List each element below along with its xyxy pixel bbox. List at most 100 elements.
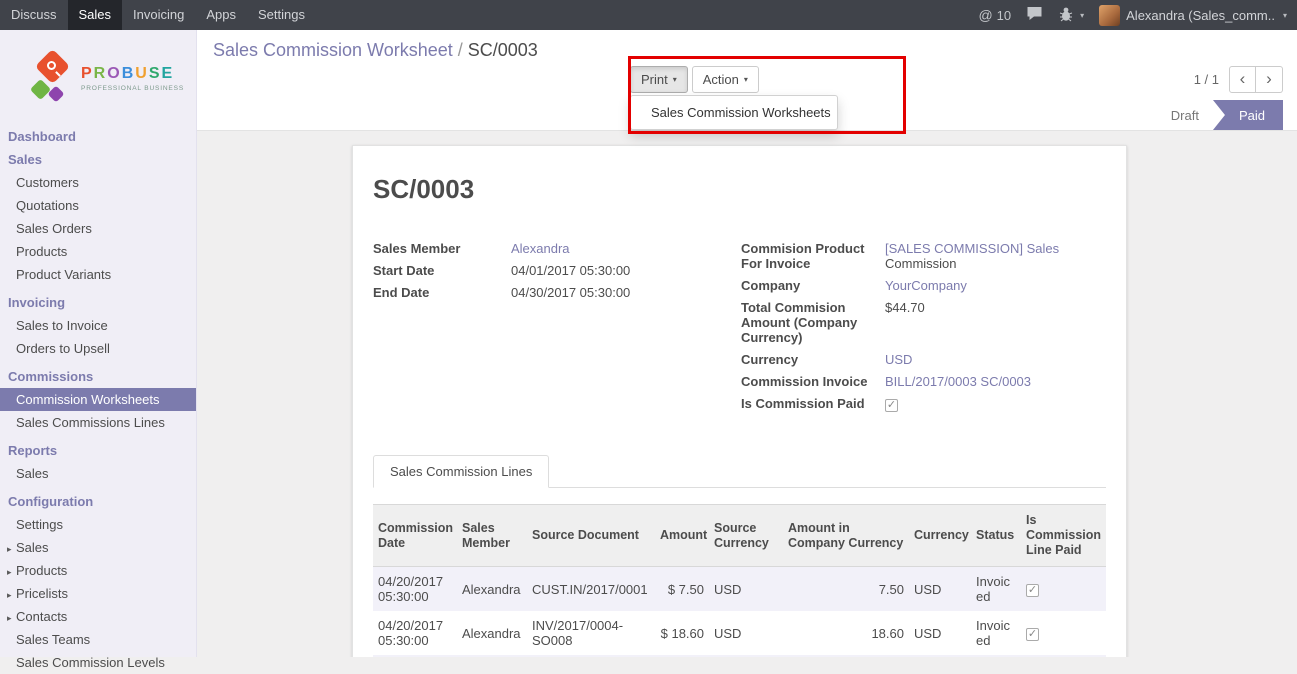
company-link[interactable]: YourCompany [885, 278, 967, 293]
debug-menu-button[interactable]: ▾ [1058, 6, 1084, 25]
probuse-logo: PROBUSE PROFESSIONAL BUSINESS [0, 30, 196, 125]
sidebar-item-label: Contacts [16, 609, 67, 624]
topbar-menu: Discuss Sales Invoicing Apps Settings [0, 0, 316, 30]
mentions-button[interactable]: @ 10 [978, 7, 1011, 23]
logo-text: PROBUSE PROFESSIONAL BUSINESS [81, 65, 184, 92]
breadcrumb-parent-link[interactable]: Sales Commission Worksheet [213, 40, 453, 60]
col-amount-company-currency: Amount in Company Currency [783, 505, 909, 567]
tab-bar: Sales Commission Lines [373, 455, 1106, 488]
sidebar-item-config-sales[interactable]: ▸Sales [0, 536, 196, 559]
sidebar-item-quotations[interactable]: Quotations [0, 194, 196, 217]
breadcrumb: Sales Commission Worksheet/SC/0003 [213, 40, 538, 61]
status-draft[interactable]: Draft [1157, 100, 1213, 130]
sidebar-item-customers[interactable]: Customers [0, 171, 196, 194]
probuse-logo-icon [32, 51, 74, 107]
action-button[interactable]: Action ▾ [692, 66, 759, 93]
sidebar-item-commission-worksheets[interactable]: Commission Worksheets [0, 388, 196, 411]
col-commission-date: Commission Date [373, 505, 457, 567]
table-row[interactable]: 04/20/2017 05:30:00 Alexandra INV/2017/0… [373, 611, 1106, 655]
expand-arrow-icon: ▸ [7, 613, 16, 624]
print-button[interactable]: Print ▾ [630, 66, 688, 93]
at-icon: @ [978, 7, 992, 23]
caret-down-icon: ▾ [1283, 11, 1287, 20]
table-row[interactable]: 04/20/2017 05:30:00 Alexandra CUST.IN/20… [373, 567, 1106, 612]
dropdown-item-sales-commission-worksheets[interactable]: Sales Commission Worksheets [631, 100, 837, 125]
table-header-row: Commission Date Sales Member Source Docu… [373, 505, 1106, 567]
cell-line-paid: ✓ [1021, 567, 1106, 612]
cell-currency: USD [909, 611, 971, 655]
sidebar-heading-invoicing[interactable]: Invoicing [0, 291, 196, 314]
content-area: SC/0003 Sales Member Alexandra Start Dat… [197, 131, 1297, 657]
sidebar-item-dashboard[interactable]: Dashboard [0, 125, 196, 148]
menu-settings[interactable]: Settings [247, 0, 316, 30]
sidebar-item-label: Products [16, 563, 67, 578]
expand-arrow-icon: ▸ [7, 567, 16, 578]
print-label: Print [641, 72, 668, 87]
field-grid: Sales Member Alexandra Start Date 04/01/… [373, 241, 1106, 419]
field-label-commission-product: Commision Product For Invoice [741, 241, 885, 271]
commission-invoice-link[interactable]: BILL/2017/0003 SC/0003 [885, 374, 1031, 389]
field-label-company: Company [741, 278, 885, 293]
col-source-currency: Source Currency [709, 505, 783, 567]
sales-member-link[interactable]: Alexandra [511, 241, 570, 256]
sidebar-item-reports-sales[interactable]: Sales [0, 462, 196, 485]
sidebar-item-sales-commissions-lines[interactable]: Sales Commissions Lines [0, 411, 196, 434]
is-commission-paid-checkbox[interactable]: ✓ [885, 399, 898, 412]
col-amount: Amount [655, 505, 709, 567]
sidebar-item-sales-commission-levels[interactable]: Sales Commission Levels [0, 651, 196, 674]
sidebar-heading-sales[interactable]: Sales [0, 148, 196, 171]
sidebar-heading-configuration[interactable]: Configuration [0, 490, 196, 513]
field-label-currency: Currency [741, 352, 885, 367]
menu-apps[interactable]: Apps [195, 0, 247, 30]
logo-wordmark: PROBUSE [81, 65, 184, 83]
menu-invoicing[interactable]: Invoicing [122, 0, 195, 30]
cell-amount-company: 18.60 [783, 611, 909, 655]
sidebar-item-sales-orders[interactable]: Sales Orders [0, 217, 196, 240]
cell-currency: USD [909, 567, 971, 612]
bug-icon [1058, 6, 1074, 25]
sidebar-item-sales-teams[interactable]: Sales Teams [0, 628, 196, 651]
sidebar-heading-reports[interactable]: Reports [0, 439, 196, 462]
col-status: Status [971, 505, 1021, 567]
tab-sales-commission-lines[interactable]: Sales Commission Lines [373, 455, 549, 488]
pager-count: 1 / 1 [1194, 72, 1219, 87]
user-menu-button[interactable]: Alexandra (Sales_comm.. ▾ [1099, 5, 1287, 26]
pager-previous-button[interactable]: ‹ [1229, 66, 1256, 93]
pager-next-button[interactable]: › [1256, 66, 1283, 93]
sidebar-item-contacts[interactable]: ▸Contacts [0, 605, 196, 628]
sidebar-item-orders-to-upsell[interactable]: Orders to Upsell [0, 337, 196, 360]
sidebar-item-settings[interactable]: Settings [0, 513, 196, 536]
sidebar-item-config-products[interactable]: ▸Products [0, 559, 196, 582]
field-label-total-commission: Total Commision Amount (Company Currency… [741, 300, 885, 345]
cell-member: Alexandra [457, 567, 527, 612]
menu-discuss[interactable]: Discuss [0, 0, 68, 30]
sidebar-heading-commissions[interactable]: Commissions [0, 365, 196, 388]
field-label-sales-member: Sales Member [373, 241, 511, 256]
sidebar-item-label: Sales [16, 540, 49, 555]
line-paid-checkbox[interactable]: ✓ [1026, 628, 1039, 641]
col-sales-member: Sales Member [457, 505, 527, 567]
cell-amount-company: 7.50 [783, 567, 909, 612]
sidebar-item-products[interactable]: Products [0, 240, 196, 263]
line-paid-checkbox[interactable]: ✓ [1026, 584, 1039, 597]
total-commission-value: $44.70 [885, 300, 925, 345]
fields-right-column: Commision Product For Invoice [SALES COM… [741, 241, 1106, 419]
expand-arrow-icon: ▸ [7, 544, 16, 555]
messages-button[interactable] [1026, 6, 1043, 24]
cell-line-paid: ✓ [1021, 611, 1106, 655]
sidebar-nav: Dashboard Sales Customers Quotations Sal… [0, 125, 196, 674]
commission-product-link[interactable]: [SALES COMMISSION] Sales [885, 241, 1059, 256]
currency-link[interactable]: USD [885, 352, 912, 367]
topbar-right: @ 10 ▾ Alexandra (Sales_comm.. ▾ [978, 0, 1297, 30]
col-line-paid: Is Commission Line Paid [1021, 505, 1106, 567]
sidebar-item-sales-to-invoice[interactable]: Sales to Invoice [0, 314, 196, 337]
breadcrumb-current: SC/0003 [468, 40, 538, 60]
status-paid[interactable]: Paid [1213, 100, 1283, 130]
sidebar-item-product-variants[interactable]: Product Variants [0, 263, 196, 286]
menu-sales[interactable]: Sales [68, 0, 123, 30]
sidebar-item-pricelists[interactable]: ▸Pricelists [0, 582, 196, 605]
commission-product-rest: Commission [885, 256, 957, 271]
notebook: Sales Commission Lines Commission Date S… [373, 455, 1106, 657]
logo-tagline: PROFESSIONAL BUSINESS [81, 85, 184, 92]
pager-buttons: ‹ › [1229, 66, 1283, 93]
